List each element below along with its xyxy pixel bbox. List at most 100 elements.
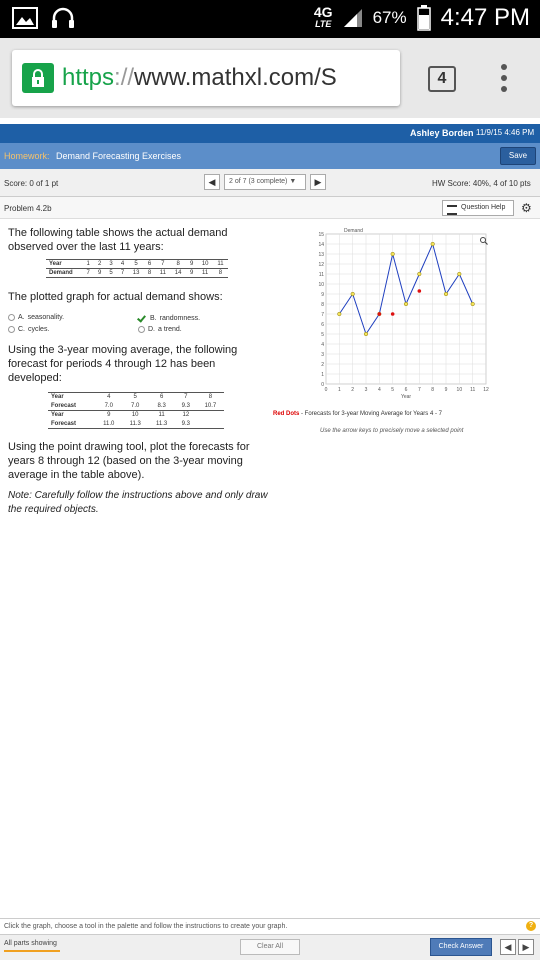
x-tick-label: 5 [391,387,394,393]
date-time: 11/9/15 4:46 PM [476,128,535,137]
x-tick-label: 7 [418,387,421,393]
x-tick-label: 12 [483,387,489,393]
table-cell: 11 [202,270,209,276]
check-answer-button[interactable]: Check Answer [430,938,492,956]
arrow-keys-note: Use the arrow keys to precisely move a s… [320,428,464,434]
y-tick-label: 7 [321,312,324,318]
lock-icon [22,63,54,93]
table-cell: 9 [189,261,194,267]
y-tick-label: 4 [321,342,324,348]
radio-icon [8,326,15,333]
problem-number: Problem 4.2b [4,204,52,213]
problem-bar: Problem 4.2b Question Help ⚙ [0,197,540,219]
table-cell: 11.3 [129,420,141,427]
x-tick-label: 2 [351,387,354,393]
table-cell: 10 [201,261,209,267]
x-tick-label: 8 [431,387,434,393]
tab-switcher-button[interactable]: 4 [428,66,456,92]
gear-icon[interactable]: ⚙ [521,201,532,215]
table-cell: 8 [218,270,223,276]
table-cell: 11 [217,261,224,267]
table-cell: 9.3 [181,402,190,409]
graph-question: The plotted graph for actual demand show… [8,291,223,303]
headset-icon [52,7,74,28]
progress-indicator [4,950,60,952]
table-cell: 7 [184,394,188,401]
question-help-button[interactable]: Question Help [442,200,514,216]
demand-graph[interactable]: 0 1 2 3 4 5 6 7 8 9 10 11 120123456789101112131415De… [312,222,532,402]
table-cell: 11.0 [103,420,115,427]
y-tick-label: 6 [321,322,324,328]
x-tick-label: 9 [445,387,448,393]
prev-question-button[interactable]: ◀ [204,174,220,190]
table-cell: 9 [97,270,102,276]
x-tick-label: 10 [457,387,463,393]
table-cell: 14 [174,270,182,276]
homework-label[interactable]: Homework: [4,151,50,161]
y-tick-label: 3 [321,352,324,358]
user-bar: Ashley Borden 11/9/15 4:46 PM [0,124,540,143]
next-question-button[interactable]: ▶ [310,174,326,190]
next-part-button[interactable]: ▶ [518,939,534,955]
table-cell: 1 [86,261,90,267]
homework-title: Demand Forecasting Exercises [56,151,182,161]
table-cell: 7 [86,270,90,276]
data-point [403,301,409,307]
option-c[interactable]: C. cycles. [8,326,49,333]
table-cell: 7 [120,270,125,276]
option-a[interactable]: A. seasonality. [8,314,64,321]
option-b[interactable]: B. randomness. [138,314,200,322]
forecast-table: Year 4 5 6 7 8 Forecast 7.0 7.0 8.3 9.3 10.7 Year 9… [48,392,224,429]
gallery-icon [12,7,38,29]
data-point [470,301,475,307]
moving-average-text: Using the 3-year moving average, the fol… [8,344,238,384]
homework-bar: Homework: Demand Forecasting Exercises S… [0,143,540,169]
table-cell: 3 [109,261,113,267]
help-icon[interactable]: ? [526,921,536,931]
question-select[interactable]: 2 of 7 (3 complete) ▼ [224,174,306,190]
table-cell: 9 [189,270,194,276]
table-cell: 5 [109,270,113,276]
score-text: Score: 0 of 1 pt [4,179,59,188]
x-tick-label: 6 [405,387,408,393]
prev-part-button[interactable]: ◀ [500,939,516,955]
option-d[interactable]: D. a trend. [138,326,182,333]
y-tick-label: 5 [321,332,324,338]
x-tick-label: 4 [378,387,381,393]
table-cell: 11.3 [156,420,168,427]
table-cell: 6 [159,394,164,401]
footer-bar: All parts showing Clear All Check Answer… [0,934,540,960]
table-header: Demand [49,270,73,276]
x-tick-label: 11 [470,387,475,393]
graph-hint: Click the graph, choose a tool in the pa… [0,918,540,934]
clear-all-button[interactable]: Clear All [240,939,300,955]
battery-percent: 67% [372,8,407,27]
demand-table: Year 1 2 3 4 5 6 7 8 9 10 11 Demand 7 9 5 7 13 8 11 14 9 11 8 [46,259,228,278]
save-button[interactable]: Save [500,147,536,165]
table-cell: 5 [133,394,137,401]
y-tick-label: 14 [318,242,324,248]
table-cell: 11 [158,412,165,419]
checkmark-icon [138,314,147,322]
data-point [363,331,369,337]
url-text: www.mathxl.com/S [134,64,337,91]
y-tick-label: 12 [318,262,324,268]
table-cell: 2 [97,261,102,267]
forecast-point [377,312,382,316]
table-cell: 8 [176,261,180,267]
table-header: Year [49,261,62,267]
data-point [337,311,342,317]
all-parts-showing[interactable]: All parts showing [4,940,57,947]
y-tick-label: 9 [321,292,324,298]
overflow-menu-icon[interactable] [496,64,512,96]
network-indicator: 4G LTE [313,4,333,29]
instruction-text: Using the point drawing tool, plot the f… [8,441,250,481]
url-bar[interactable]: https://www.mathxl.com/S [12,50,400,106]
table-cell: 5 [134,261,138,267]
hw-score-text: HW Score: 40%, 4 of 10 pts [432,179,531,188]
clock: 4:47 PM [440,4,530,31]
table-cell: 9 [107,412,111,419]
table-header: Forecast [51,402,77,409]
table-cell: 11 [159,270,166,276]
table-cell: 8 [208,394,213,401]
